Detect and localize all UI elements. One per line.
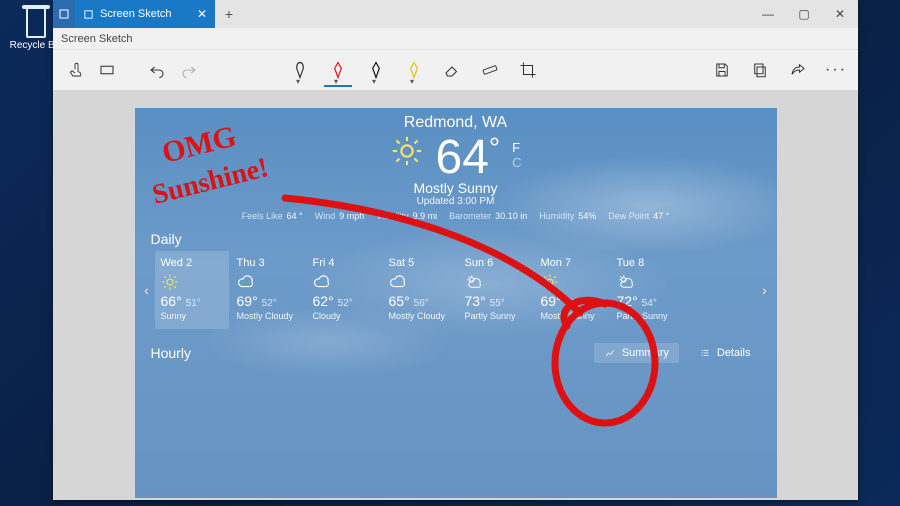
undo-button[interactable] [145,56,169,84]
day-card[interactable]: Mon 7 69° 52° Mostly Sunny [535,251,609,329]
day-low: 54° [642,298,657,309]
day-card[interactable]: Wed 2 66° 51° Sunny [155,251,229,329]
daily-cards: Wed 2 66° 51° Sunny Thu 3 69° 52° Mostly Cloudy… [155,251,757,329]
day-card[interactable]: Tue 8 72° 54° Partly Sunny [611,251,685,329]
save-button[interactable] [710,56,734,84]
share-button[interactable] [786,56,810,84]
day-name: Sun 6 [465,257,527,269]
day-high: 73° [465,293,486,309]
partly-icon [617,273,679,291]
day-low: 52° [566,298,581,309]
day-high: 72° [617,293,638,309]
day-low: 55° [490,298,505,309]
day-card[interactable]: Thu 3 69° 52° Mostly Cloudy [231,251,305,329]
day-card[interactable]: Fri 4 62° 52° Cloudy [307,251,381,329]
tab-strip: Screen Sketch ✕ + — ▢ ✕ [53,0,858,28]
day-name: Wed 2 [161,257,223,269]
copy-button[interactable] [748,56,772,84]
crop-button[interactable] [516,56,540,84]
day-high: 66° [161,293,182,309]
day-name: Fri 4 [313,257,375,269]
toolbar: ▾ ▾ ▾ ▾ ··· [53,50,858,90]
day-condition: Sunny [161,311,223,321]
pen-red-button[interactable]: ▾ [326,56,350,84]
tab-close-icon[interactable]: ✕ [197,7,207,21]
new-tab-button[interactable]: + [215,0,243,28]
breadcrumb: Screen Sketch [53,28,858,50]
breadcrumb-text: Screen Sketch [61,33,133,45]
day-card[interactable]: Sun 6 73° 55° Partly Sunny [459,251,533,329]
ballpoint-pen-button[interactable]: ▾ [288,56,312,84]
day-low: 56° [414,298,429,309]
day-high: 62° [313,293,334,309]
cloud-icon [389,273,451,291]
cloud-icon [237,273,299,291]
cloud-icon [313,273,375,291]
updated-label: Updated 3:00 PM [135,196,777,207]
daily-prev-button[interactable]: ‹ [139,251,155,329]
screen-sketch-window: Screen Sketch ✕ + — ▢ ✕ Screen Sketch ▾ … [53,0,858,500]
day-name: Tue 8 [617,257,679,269]
sun-icon [161,273,223,291]
day-name: Thu 3 [237,257,299,269]
canvas-area[interactable]: Redmond, WA 64° F C Mostly Sunny Updated… [53,90,858,500]
unit-c[interactable]: C [512,155,521,170]
day-condition: Mostly Cloudy [389,311,451,321]
day-high: 65° [389,293,410,309]
day-condition: Cloudy [313,311,375,321]
daily-next-button[interactable]: › [757,251,773,329]
tab-title: Screen Sketch [100,8,172,20]
day-high: 69° [541,293,562,309]
day-low: 52° [262,298,277,309]
day-condition: Partly Sunny [465,311,527,321]
crop-canvas-button[interactable] [95,56,119,84]
tab-icon [83,9,94,20]
tab-screen-sketch[interactable]: Screen Sketch ✕ [75,0,215,28]
sun-icon [541,273,603,291]
day-condition: Partly Sunny [617,311,679,321]
window-close-button[interactable]: ✕ [822,0,858,28]
app-badge-icon [53,0,75,28]
day-low: 52° [338,298,353,309]
more-button[interactable]: ··· [824,56,848,84]
ruler-button[interactable] [478,56,502,84]
day-low: 51° [186,298,201,309]
day-name: Mon 7 [541,257,603,269]
pen-black-button[interactable]: ▾ [364,56,388,84]
stats-row: Feels Like64 ° Wind9 mph Visibility9.9 m… [135,211,777,221]
day-condition: Mostly Cloudy [237,311,299,321]
eraser-button[interactable] [440,56,464,84]
window-minimize-button[interactable]: — [750,0,786,28]
recycle-bin-icon [20,4,52,38]
window-maximize-button[interactable]: ▢ [786,0,822,28]
touch-writing-button[interactable] [63,56,87,84]
day-condition: Mostly Sunny [541,311,603,321]
weather-screenshot: Redmond, WA 64° F C Mostly Sunny Updated… [135,108,777,498]
day-name: Sat 5 [389,257,451,269]
day-high: 69° [237,293,258,309]
partly-icon [465,273,527,291]
highlighter-button[interactable]: ▾ [402,56,426,84]
day-card[interactable]: Sat 5 65° 56° Mostly Cloudy [383,251,457,329]
redo-button[interactable] [177,56,201,84]
